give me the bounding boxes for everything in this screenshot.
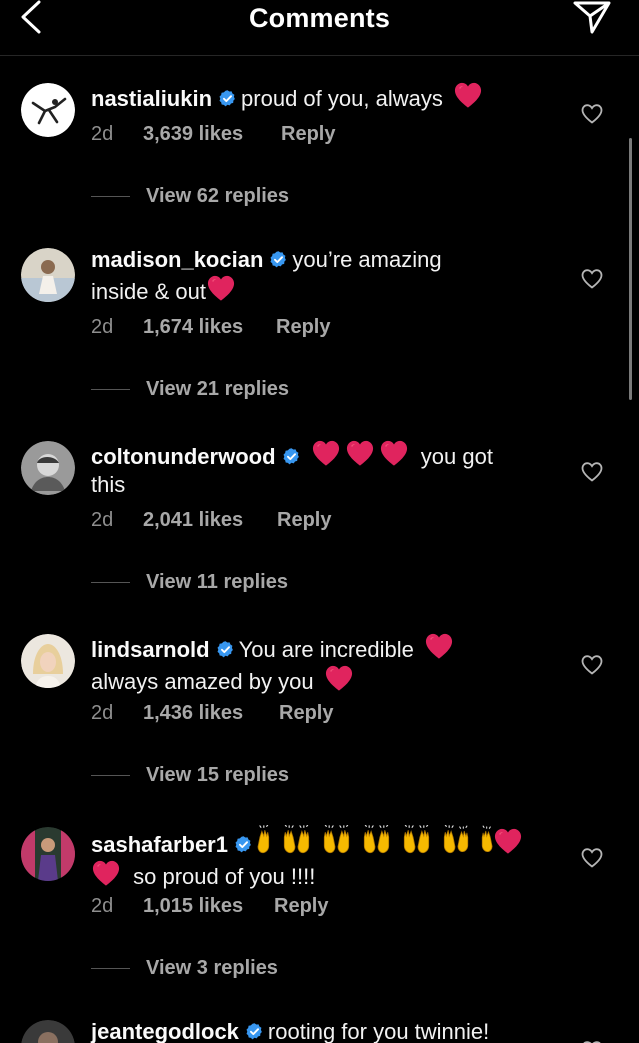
comment-line: rooting for you twinnie! [267, 1019, 490, 1043]
share-button[interactable] [570, 0, 614, 38]
comment-meta: 2d 1,015 likes Reply [91, 895, 328, 918]
likes-count[interactable]: 3,639 likes [143, 123, 281, 146]
reply-button[interactable]: Reply [274, 895, 328, 918]
reply-button[interactable]: Reply [281, 123, 335, 146]
comment-meta: 2d 1,674 likes Reply [91, 316, 330, 339]
view-replies-button[interactable]: View 62 replies [91, 185, 289, 208]
view-replies-label: View 15 replies [146, 764, 290, 786]
comment-line: inside & out [91, 279, 206, 304]
divider-line [91, 775, 130, 776]
username[interactable]: coltonunderwood [91, 444, 276, 469]
reply-button[interactable]: Reply [277, 509, 331, 532]
likes-count[interactable]: 1,015 likes [143, 895, 274, 918]
comment-line: proud of you, always [241, 86, 443, 111]
username[interactable]: sashafarber1 [91, 832, 228, 857]
paper-plane-icon [572, 0, 612, 40]
header-bar: Comments [0, 0, 639, 56]
username[interactable]: jeantegodlock [91, 1019, 239, 1043]
comment-line: always amazed by you [91, 669, 314, 694]
raising-hands-emoji [257, 825, 493, 854]
comment-line: you’re amazing [292, 247, 442, 272]
page-title: Comments [248, 3, 391, 33]
comment-text: jeantegodlock rooting for you twinnie! [91, 1018, 551, 1043]
comment-line: so proud of you !!!! [133, 864, 316, 889]
comment-text: madison_kocian you’re amazing inside & ou… [91, 246, 551, 306]
comment-text: nastialiukin proud of you, always [91, 81, 551, 113]
comment-time: 2d [91, 509, 114, 531]
avatar[interactable] [21, 441, 75, 495]
comment-meta: 2d 3,639 likes Reply [91, 123, 335, 146]
view-replies-button[interactable]: View 15 replies [91, 764, 289, 787]
comment-line: you got [420, 444, 493, 469]
avatar[interactable] [21, 827, 75, 881]
comment-meta: 2d 1,436 likes Reply [91, 702, 333, 725]
comment-text: coltonunderwood you got this [91, 439, 551, 499]
comment-text: sashafarber1 so proud of you !!!! [91, 825, 551, 891]
heart-outline-icon[interactable] [580, 267, 604, 291]
red-heart-emoji [311, 439, 341, 467]
comment-line: this [91, 472, 126, 497]
red-heart-emoji [206, 274, 236, 302]
red-heart-emoji [379, 439, 409, 467]
verified-badge-icon [234, 835, 253, 854]
red-heart-emoji [91, 859, 121, 887]
red-heart-emoji [424, 632, 454, 660]
comment-text: lindsarnold You are incredible always ama… [91, 632, 551, 696]
view-replies-label: View 11 replies [146, 571, 288, 593]
verified-badge-icon [269, 250, 288, 269]
comment-time: 2d [91, 316, 114, 338]
heart-outline-icon[interactable] [580, 460, 604, 484]
scrollbar[interactable] [629, 138, 632, 400]
comment-time: 2d [91, 702, 114, 724]
divider-line [91, 389, 130, 390]
verified-badge-icon [216, 640, 235, 659]
divider-line [91, 582, 130, 583]
view-replies-label: View 62 replies [146, 185, 290, 207]
reply-button[interactable]: Reply [276, 316, 330, 339]
reply-button[interactable]: Reply [279, 702, 333, 725]
comment-time: 2d [91, 895, 114, 917]
username[interactable]: lindsarnold [91, 637, 210, 662]
username[interactable]: nastialiukin [91, 86, 212, 111]
heart-outline-icon[interactable] [580, 846, 604, 870]
username[interactable]: madison_kocian [91, 247, 263, 272]
heart-outline-icon[interactable] [580, 653, 604, 677]
verified-badge-icon [245, 1022, 264, 1041]
red-heart-emoji [453, 81, 483, 109]
comment-meta: 2d 2,041 likes Reply [91, 509, 331, 532]
likes-count[interactable]: 1,674 likes [143, 316, 276, 339]
likes-count[interactable]: 2,041 likes [143, 509, 277, 532]
heart-outline-icon[interactable] [580, 1039, 604, 1043]
view-replies-label: View 21 replies [146, 378, 290, 400]
likes-count[interactable]: 1,436 likes [143, 702, 279, 725]
divider-line [91, 196, 130, 197]
verified-badge-icon [282, 447, 301, 466]
red-heart-emoji [324, 664, 354, 692]
avatar[interactable] [21, 248, 75, 302]
heart-outline-icon[interactable] [580, 102, 604, 126]
avatar[interactable] [21, 1020, 75, 1043]
comment-line: You are incredible [238, 637, 414, 662]
verified-badge-icon [218, 89, 237, 108]
view-replies-button[interactable]: View 21 replies [91, 378, 289, 401]
avatar[interactable] [21, 634, 75, 688]
view-replies-button[interactable]: View 3 replies [91, 957, 278, 980]
red-heart-emoji [345, 439, 375, 467]
comment-time: 2d [91, 123, 114, 145]
avatar[interactable] [21, 83, 75, 137]
red-heart-emoji [493, 827, 523, 855]
view-replies-label: View 3 replies [146, 957, 278, 979]
view-replies-button[interactable]: View 11 replies [91, 571, 288, 594]
divider-line [91, 968, 130, 969]
